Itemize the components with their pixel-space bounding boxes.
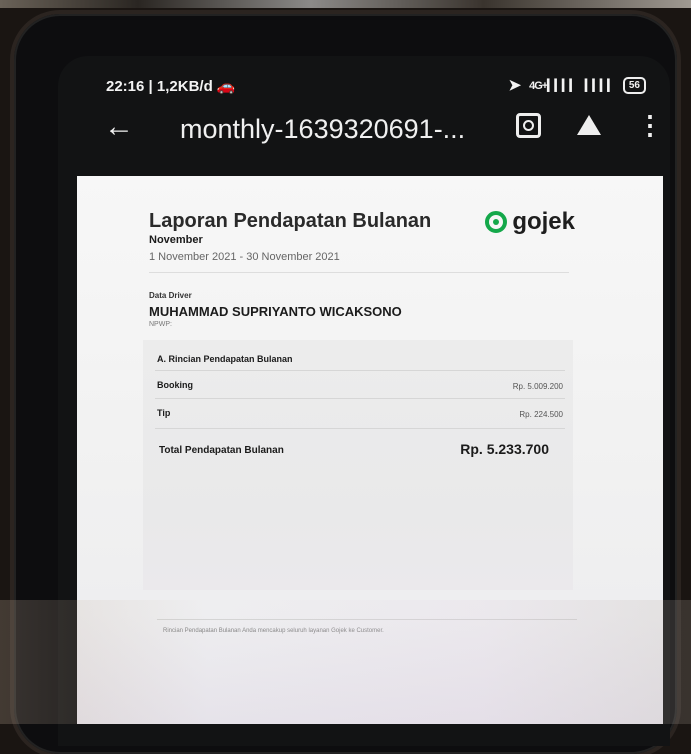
card-divider	[155, 398, 565, 399]
npwp-label: NPWP:	[149, 321, 172, 328]
booking-value: Rp. 5.009.200	[512, 382, 563, 391]
signal-icon-2: ▎▎▎▎	[585, 79, 616, 92]
status-time: 22:16 | 1,2KB/d 🚗	[106, 78, 236, 95]
report-period: 1 November 2021 - 30 November 2021	[149, 251, 340, 263]
divider	[149, 272, 569, 273]
back-arrow-icon[interactable]: ←	[104, 110, 134, 144]
total-label: Total Pendapatan Bulanan	[159, 445, 284, 456]
document-title: monthly-1639320691-...	[180, 114, 466, 144]
card-divider	[155, 428, 565, 429]
tip-value: Rp. 224.500	[519, 410, 563, 419]
car-icon: 🚗	[216, 78, 236, 95]
battery-icon: 56	[622, 76, 646, 94]
app-bar: ← monthly-1639320691-... ⋮	[100, 110, 663, 148]
total-value: Rp. 5.233.700	[460, 441, 549, 457]
app-bar-actions: ⋮	[516, 112, 663, 138]
footer-divider	[157, 619, 577, 620]
status-bar: 22:16 | 1,2KB/d 🚗 ➤ 4G+▎▎▎▎ ▎▎▎▎ 56	[106, 76, 646, 98]
location-arrow-icon: ➤	[508, 77, 522, 94]
background-strip	[0, 0, 691, 8]
gojek-wordmark: gojek	[512, 208, 575, 235]
add-to-drive-icon[interactable]	[577, 115, 601, 135]
card-divider	[155, 370, 565, 371]
report-month: November	[149, 234, 203, 246]
signal-icon: 4G+▎▎▎▎	[529, 79, 578, 92]
gojek-logo: gojek	[485, 208, 575, 236]
footnote: Rincian Pendapatan Bulanan Anda mencakup…	[163, 628, 384, 634]
driver-caption: Data Driver	[149, 291, 192, 300]
pdf-page: Laporan Pendapatan Bulanan gojek Novembe…	[77, 176, 663, 724]
report-title: Laporan Pendapatan Bulanan	[149, 210, 432, 232]
status-icons: ➤ 4G+▎▎▎▎ ▎▎▎▎ 56	[508, 76, 646, 94]
income-card: A. Rincian Pendapatan Bulanan Booking Rp…	[143, 340, 573, 590]
driver-name: MUHAMMAD SUPRIYANTO WICAKSONO	[149, 304, 402, 319]
section-title: A. Rincian Pendapatan Bulanan	[157, 354, 293, 364]
booking-label: Booking	[157, 380, 193, 390]
find-in-document-icon[interactable]	[516, 112, 541, 138]
tip-label: Tip	[157, 408, 171, 418]
gojek-logo-icon	[485, 211, 508, 233]
more-options-icon[interactable]: ⋮	[637, 112, 663, 138]
